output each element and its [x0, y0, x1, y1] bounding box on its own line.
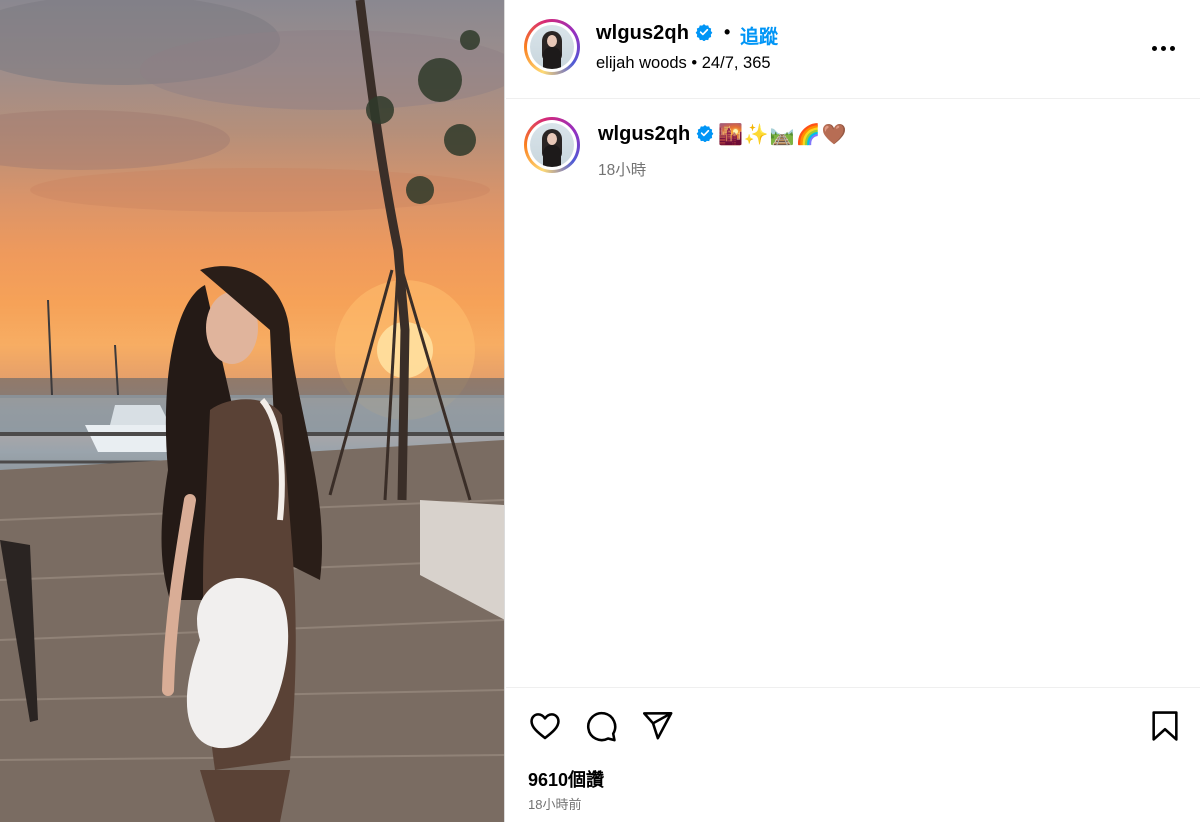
posted-time[interactable]: 18小時前	[528, 794, 581, 813]
audio-subtitle[interactable]: elijah woods • 24/7, 365	[596, 54, 771, 73]
caption-area: wlgus2qh 🌇✨🛤️🌈🤎 18小時	[506, 100, 1200, 686]
verified-badge-icon	[696, 125, 714, 142]
action-bar: 9610個讚 18小時前	[506, 687, 1200, 822]
verified-badge-icon	[695, 24, 713, 41]
bookmark-icon[interactable]	[1148, 709, 1182, 743]
post-photo	[0, 0, 504, 822]
author-username[interactable]: wlgus2qh	[596, 22, 689, 44]
post-header: wlgus2qh • 追蹤 elijah woods • 24/7, 365	[506, 0, 1200, 99]
post-details-panel: wlgus2qh • 追蹤 elijah woods • 24/7, 365 w…	[506, 0, 1200, 822]
comment-icon[interactable]	[584, 709, 618, 743]
author-avatar[interactable]	[524, 19, 580, 75]
header-dot-separator: •	[724, 22, 731, 42]
caption-username[interactable]: wlgus2qh	[598, 123, 690, 145]
caption-avatar[interactable]	[524, 117, 580, 173]
caption-text: 🌇✨🛤️🌈🤎	[718, 124, 848, 146]
like-count[interactable]: 9610個讚	[528, 766, 604, 792]
follow-button[interactable]: 追蹤	[740, 22, 778, 49]
more-options-icon[interactable]	[1148, 34, 1178, 62]
heart-icon[interactable]	[528, 709, 562, 743]
caption-timestamp[interactable]: 18小時	[598, 158, 646, 180]
post-media[interactable]	[0, 0, 505, 822]
share-icon[interactable]	[640, 709, 674, 743]
